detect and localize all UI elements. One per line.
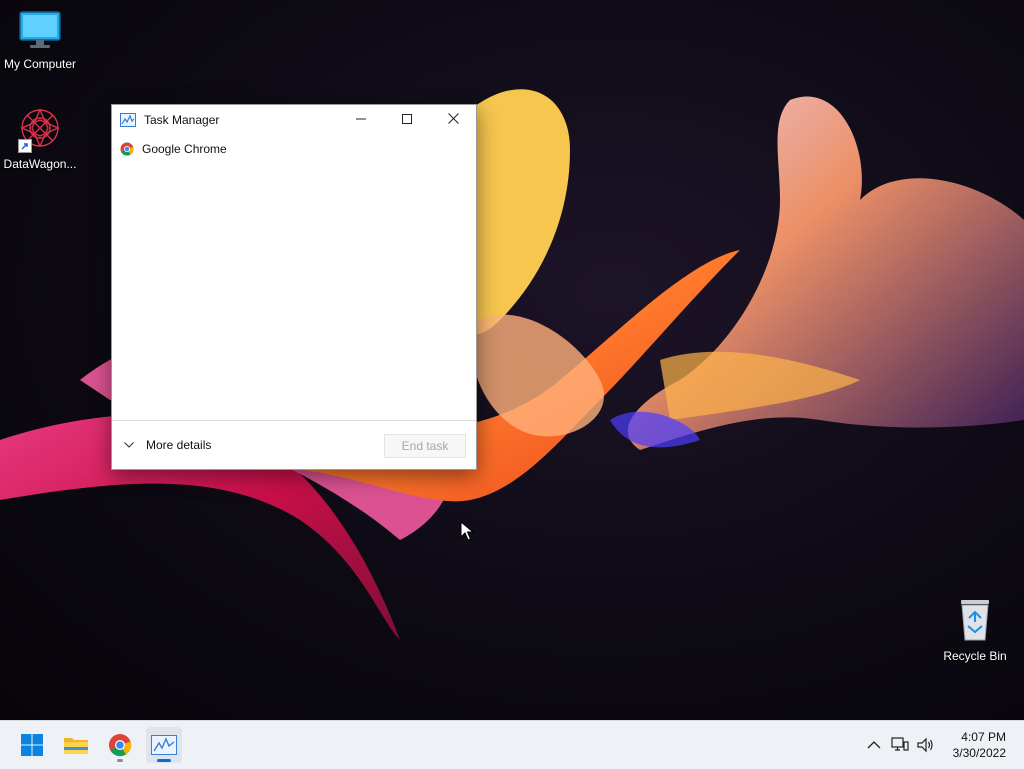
process-row[interactable]: Google Chrome: [112, 135, 476, 163]
chrome-icon: [108, 733, 132, 757]
more-details-label: More details: [146, 438, 212, 452]
process-list: Google Chrome: [112, 135, 476, 163]
desktop-icon-my-computer[interactable]: My Computer: [0, 10, 80, 71]
volume-button[interactable]: [916, 735, 936, 755]
taskbar: 4:07 PM 3/30/2022: [0, 720, 1024, 769]
minimize-button[interactable]: [338, 105, 384, 135]
recycle-bin-icon: [955, 596, 995, 645]
close-button[interactable]: [430, 105, 476, 135]
taskbar-task-manager[interactable]: [146, 727, 182, 763]
desktop-icon-label: My Computer: [3, 57, 77, 71]
chevron-down-icon: [124, 442, 134, 448]
maximize-button[interactable]: [384, 105, 430, 135]
process-name: Google Chrome: [142, 142, 227, 156]
active-indicator: [157, 759, 171, 762]
desktop-icon-recycle-bin[interactable]: Recycle Bin: [935, 596, 1015, 663]
end-task-button[interactable]: End task: [384, 434, 466, 458]
taskbar-file-explorer[interactable]: [58, 727, 94, 763]
speaker-icon: [917, 737, 935, 753]
shortcut-arrow-icon: [18, 139, 32, 153]
clock-time: 4:07 PM: [961, 730, 1006, 744]
task-manager-icon: [120, 113, 136, 127]
windows-logo-icon: [21, 734, 43, 756]
desktop-icon-datawagon[interactable]: DataWagon...: [0, 106, 80, 171]
mouse-cursor-icon: [460, 520, 475, 546]
title-bar[interactable]: Task Manager: [112, 105, 476, 135]
network-icon: [891, 737, 909, 753]
task-manager-icon: [151, 735, 177, 755]
close-icon: [447, 111, 459, 129]
maximize-icon: [402, 111, 412, 129]
monitor-icon: [18, 10, 62, 53]
desktop-icon-label: Recycle Bin: [943, 649, 1007, 663]
desktop-icon-label: DataWagon...: [3, 157, 77, 171]
clock-date: 3/30/2022: [952, 746, 1006, 760]
task-manager-window[interactable]: Task Manager Google Chrome More details …: [111, 104, 477, 470]
chevron-up-icon: [867, 741, 881, 749]
taskbar-google-chrome[interactable]: [102, 727, 138, 763]
window-footer: More details End task: [112, 420, 476, 469]
window-title: Task Manager: [144, 113, 220, 127]
system-clock[interactable]: 4:07 PM 3/30/2022: [953, 729, 1006, 761]
network-button[interactable]: [890, 735, 910, 755]
minimize-icon: [356, 111, 366, 129]
folder-icon: [63, 734, 89, 756]
chrome-icon: [120, 142, 134, 156]
running-indicator: [117, 759, 123, 762]
show-hidden-icons-button[interactable]: [864, 735, 884, 755]
datawagon-shortcut-icon: [18, 106, 62, 153]
start-button[interactable]: [14, 727, 50, 763]
more-details-toggle[interactable]: More details: [124, 438, 211, 452]
